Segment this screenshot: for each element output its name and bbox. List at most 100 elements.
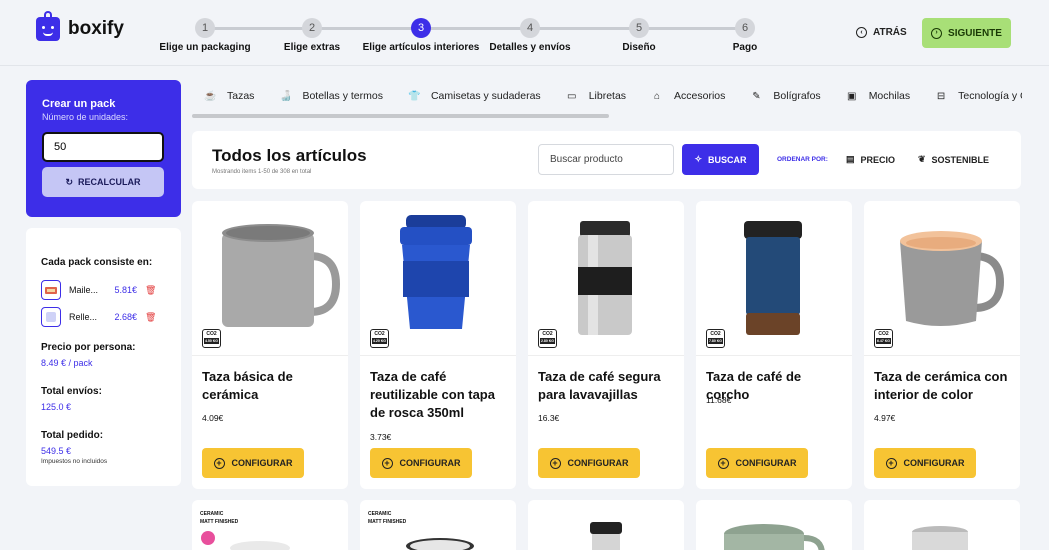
- step-number: 2: [302, 18, 322, 38]
- tab-camisetas[interactable]: 👕 Camisetas y sudaderas: [408, 82, 541, 110]
- configure-button[interactable]: + CONFIGURAR: [706, 448, 808, 478]
- step-1[interactable]: 1 Elige un packaging: [145, 18, 265, 53]
- price-tag-icon: ▤: [846, 154, 855, 164]
- gift-box-icon: [36, 11, 60, 41]
- next-button[interactable]: › SIGUIENTE: [922, 18, 1011, 48]
- configure-button[interactable]: + CONFIGURAR: [370, 448, 472, 478]
- back-button[interactable]: ‹ ATRÁS: [856, 27, 907, 38]
- product-image: CO2 7.80 KG: [696, 201, 852, 356]
- step-5[interactable]: 5 Diseño: [579, 18, 699, 53]
- co2-label: CO2: [206, 331, 217, 337]
- brand-logo[interactable]: boxify: [36, 11, 124, 41]
- shipping-total: Total envíos: 125.0 €: [41, 386, 102, 412]
- co2-value: 4.20 KG: [372, 338, 387, 344]
- sort-sustainable-button[interactable]: ❦ SOSTENIBLE: [918, 154, 989, 165]
- step-number: 3: [411, 18, 431, 38]
- sort-price-button[interactable]: ▤ PRECIO: [846, 154, 895, 165]
- product-price: 4.97€: [874, 413, 896, 423]
- sort-price-label: PRECIO: [860, 154, 896, 165]
- plus-icon: +: [717, 457, 729, 469]
- product-price: 4.09€: [202, 413, 224, 423]
- product-card[interactable]: [528, 500, 684, 550]
- shipping-value: 125.0 €: [41, 402, 72, 412]
- configure-button[interactable]: + CONFIGURAR: [538, 448, 640, 478]
- co2-badge: CO2 4.50 KG: [202, 329, 221, 348]
- product-image: CO2 4.20 KG: [360, 201, 516, 356]
- search-button-label: BUSCAR: [708, 154, 747, 165]
- tab-label: Mochilas: [868, 90, 911, 102]
- listing-title: Todos los artículos: [212, 146, 367, 165]
- pack-title: Crear un pack: [42, 98, 116, 110]
- step-6[interactable]: 6 Pago: [685, 18, 805, 53]
- recalculate-button[interactable]: ↻ RECALCULAR: [42, 167, 164, 197]
- co2-value: 2.80 KG: [540, 338, 555, 344]
- product-price: 11.68€: [706, 395, 732, 405]
- item-price: 5.81€: [114, 285, 137, 295]
- progress-stepper: 1 Elige un packaging 2 Elige extras 3 Elige…: [150, 18, 770, 58]
- refresh-icon: ↻: [65, 176, 74, 187]
- tab-botellas[interactable]: 🍶 Botellas y termos: [279, 82, 383, 110]
- trash-icon[interactable]: 🗑: [145, 285, 156, 296]
- product-card[interactable]: CO2 4.20 KG Taza de café reutilizable con…: [360, 201, 516, 489]
- plus-icon: +: [549, 457, 561, 469]
- tab-label: Libretas: [588, 90, 627, 102]
- step-label: Pago: [732, 42, 758, 53]
- back-label: ATRÁS: [873, 27, 907, 38]
- co2-label: CO2: [374, 331, 385, 337]
- tab-mochilas[interactable]: ▣ Mochilas: [846, 82, 910, 110]
- brand-name: boxify: [68, 18, 124, 39]
- configure-label: CONFIGURAR: [399, 458, 461, 468]
- tab-libretas[interactable]: ▭ Libretas: [566, 82, 626, 110]
- category-tabs: ☕ Tazas 🍶 Botellas y termos 👕 Camisetas y s…: [192, 82, 1022, 110]
- tech-icon: ⊟: [936, 90, 946, 102]
- sparkle-icon: ✧: [694, 154, 703, 164]
- tab-accesorios[interactable]: ⌂ Accesorios: [651, 82, 725, 110]
- product-name: Taza de café segura para lavavajillas: [538, 369, 661, 402]
- step-number: 1: [195, 18, 215, 38]
- hat-icon: ⌂: [654, 90, 661, 102]
- product-card[interactable]: CO2 4.50 KG Taza básica de cerámica 4.09€…: [192, 201, 348, 489]
- product-card[interactable]: [696, 500, 852, 550]
- pen-icon: ✎: [752, 90, 761, 102]
- tab-boligrafos[interactable]: ✎ Bolígrafos: [750, 82, 820, 110]
- tumbler-image: [590, 522, 622, 550]
- units-input[interactable]: [42, 132, 164, 162]
- next-arrow-icon: ›: [931, 27, 943, 39]
- co2-badge: CO2 6.47 KG: [874, 329, 893, 348]
- product-card[interactable]: [864, 500, 1020, 550]
- search-input[interactable]: Buscar producto: [538, 144, 674, 175]
- recalculate-label: RECALCULAR: [78, 177, 141, 187]
- summary-item: Relle... 2.68€ 🗑: [41, 307, 171, 327]
- sort-sustainable-label: SOSTENIBLE: [931, 154, 990, 165]
- product-name: Taza de café reutilizable con tapa de ro…: [370, 369, 495, 420]
- configure-button[interactable]: + CONFIGURAR: [202, 448, 304, 478]
- co2-badge: CO2 7.80 KG: [706, 329, 725, 348]
- mug-image: [406, 538, 474, 550]
- green-mug-image: [724, 524, 825, 550]
- step-3[interactable]: 3 Elige artículos interiores: [361, 18, 481, 53]
- product-card[interactable]: CO2 2.80 KG Taza de café segura para lava…: [528, 201, 684, 489]
- category-scrollbar[interactable]: [192, 114, 609, 118]
- tab-tazas[interactable]: ☕ Tazas: [204, 82, 254, 110]
- product-card[interactable]: CERAMIC MATT FINISHED: [192, 500, 348, 550]
- co2-value: 6.47 KG: [876, 338, 891, 344]
- item-price: 2.68€: [114, 312, 137, 322]
- product-name: Taza de cerámica con interior de color: [874, 369, 1008, 402]
- step-4[interactable]: 4 Detalles y envíos: [470, 18, 590, 53]
- co2-badge: CO2 4.20 KG: [370, 329, 389, 348]
- total-value: 549.5 €: [41, 446, 72, 456]
- product-card[interactable]: CO2 7.80 KG Taza de café de corcho 11.68€…: [696, 201, 852, 489]
- shipping-label: Total envíos:: [41, 386, 102, 397]
- total-label: Total pedido:: [41, 430, 104, 441]
- product-card[interactable]: CERAMIC MATT FINISHED: [360, 500, 516, 550]
- plus-icon: +: [885, 457, 897, 469]
- notebook-icon: ▭: [566, 90, 577, 102]
- tab-tecnologia[interactable]: ⊟ Tecnología y Gadgets: [935, 82, 1022, 110]
- trash-icon[interactable]: 🗑: [145, 312, 156, 323]
- product-card[interactable]: CO2 6.47 KG Taza de cerámica con interior…: [864, 201, 1020, 489]
- product-price: 16.3€: [538, 413, 560, 423]
- configure-button[interactable]: + CONFIGURAR: [874, 448, 976, 478]
- search-button[interactable]: ✧ BUSCAR: [682, 144, 759, 175]
- step-2[interactable]: 2 Elige extras: [252, 18, 372, 53]
- product-image: CO2 4.50 KG: [192, 201, 348, 356]
